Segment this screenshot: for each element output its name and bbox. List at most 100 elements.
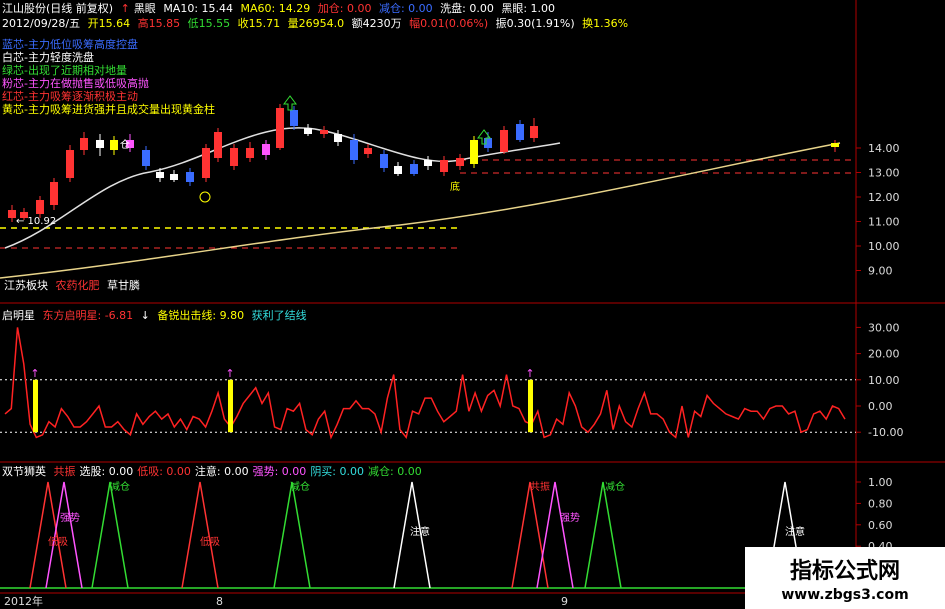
candle-body[interactable] <box>246 148 254 158</box>
candle-body[interactable] <box>456 158 464 166</box>
y-tick-label: 9.00 <box>868 265 893 278</box>
candle-body[interactable] <box>170 174 178 180</box>
buy-mark-icon <box>199 191 211 203</box>
header-row-1: 江山股份(日线 前复权) ↑ 黑眼 MA10: 15.44 MA60: 14.29… <box>2 2 559 15</box>
panel3-item: 选股: 0.00 <box>79 465 134 478</box>
x-axis-label: 8 <box>216 595 223 608</box>
signal-bar <box>228 379 233 433</box>
panel3-title[interactable]: 双节狮英 <box>2 465 46 478</box>
y-tick-label: 0.80 <box>868 497 893 510</box>
candle-body[interactable] <box>424 160 432 166</box>
x-axis-label: 9 <box>561 595 568 608</box>
panel3-item: 减仓: 0.00 <box>368 465 422 478</box>
candle-body[interactable] <box>96 140 104 148</box>
candle-body[interactable] <box>214 132 222 158</box>
panel2-item2: 备锐出击线: 9.80 <box>157 309 245 322</box>
wash-value: 洗盘: 0.00 <box>440 2 494 15</box>
signal-peak <box>584 481 622 589</box>
panel3-item: 注意: 0.00 <box>194 465 249 478</box>
y-tick-label: 13.00 <box>868 167 900 180</box>
candle-body[interactable] <box>334 134 342 142</box>
change-value: 幅0.01(0.06%) <box>409 17 489 30</box>
signal-peak <box>181 481 219 589</box>
signal-peak <box>273 481 311 589</box>
candle-body[interactable] <box>230 148 238 166</box>
candle-body[interactable] <box>290 110 298 126</box>
indicator-arrow-icon: ↑ <box>120 2 130 15</box>
candle-body[interactable] <box>350 140 358 160</box>
candle-body[interactable] <box>36 200 44 214</box>
stock-title[interactable]: 江山股份(日线 前复权) <box>2 2 113 15</box>
candle-body[interactable] <box>186 172 194 182</box>
y-tick-label: 30.00 <box>868 321 900 334</box>
sector-tag[interactable]: 江苏板块 <box>4 279 48 292</box>
candle-body[interactable] <box>470 140 478 164</box>
peak-label: 注意 <box>410 525 430 538</box>
candle-body[interactable] <box>831 143 839 147</box>
legend-line: 蓝芯-主力低位吸筹高度控盘 <box>2 38 138 51</box>
panel3-item: 阴买: 0.00 <box>310 465 365 478</box>
panel2-item3: 获利了结线 <box>251 309 307 322</box>
candle-body[interactable] <box>80 138 88 150</box>
candle-body[interactable] <box>380 154 388 168</box>
candle-body[interactable] <box>304 128 312 134</box>
y-tick-label: 14.00 <box>868 142 900 155</box>
candle-body[interactable] <box>8 210 16 218</box>
close-value: 收15.71 <box>237 17 281 30</box>
panel3-item: 强势: 0.00 <box>252 465 307 478</box>
candle-body[interactable] <box>516 124 524 140</box>
candle-body[interactable] <box>262 144 270 155</box>
candle-body[interactable] <box>484 138 492 148</box>
legend-line: 绿芯-出现了近期相对地量 <box>2 64 127 77</box>
watermark-url: www.zbgs3.com <box>781 587 909 603</box>
peak-label: 低吸 <box>48 535 68 548</box>
legend-line: 红芯-主力吸筹逐渐积极主动 <box>2 90 138 103</box>
ma60-value: MA60: 14.29 <box>240 2 311 15</box>
candle-body[interactable] <box>142 150 150 166</box>
panel2-title[interactable]: 启明星 <box>2 309 35 322</box>
signal-arrow-icon: ↑ <box>225 367 234 380</box>
y-tick-label: 12.00 <box>868 191 900 204</box>
peak-label: 低吸 <box>200 535 220 548</box>
cang-mark: 仓 <box>120 138 130 151</box>
candle-body[interactable] <box>500 130 508 152</box>
candle-body[interactable] <box>364 148 372 154</box>
peak-label: 强势 <box>60 511 80 524</box>
add-position-value: 加仓: 0.00 <box>317 2 372 15</box>
candle-body[interactable] <box>156 172 164 178</box>
candle-body[interactable] <box>276 108 284 148</box>
candle-body[interactable] <box>410 164 418 174</box>
candle-body[interactable] <box>50 182 58 205</box>
y-tick-label: 0.60 <box>868 519 893 532</box>
legend-list: 蓝芯-主力低位吸筹高度控盘 白芯-主力轻度洗盘 绿芯-出现了近期相对地量 粉芯-主力在… <box>2 38 215 116</box>
y-tick-label: 10.00 <box>868 240 900 253</box>
indicator-name: 黑眼 <box>133 2 156 15</box>
candle-body[interactable] <box>66 150 74 178</box>
signal-arrow-icon: ↑ <box>30 367 39 380</box>
y-tick-label: 10.00 <box>868 374 900 387</box>
signal-bar <box>528 379 533 433</box>
candle-body[interactable] <box>320 130 328 134</box>
signal-peak <box>536 481 574 589</box>
watermark: 指标公式网 www.zbgs3.com <box>745 547 945 609</box>
candle-body[interactable] <box>394 166 402 174</box>
sector-tag[interactable]: 草甘膦 <box>107 279 140 292</box>
candle-body[interactable] <box>110 140 118 150</box>
candle-body[interactable] <box>202 148 210 178</box>
candle-body[interactable] <box>440 160 448 172</box>
peak-label: 注意 <box>785 525 805 538</box>
amount-value: 额4230万 <box>351 17 402 30</box>
panel2-header: 启明星 东方启明星: -6.81 ↓ 备锐出击线: 9.80 获利了结线 <box>2 309 311 322</box>
candle-body[interactable] <box>530 126 538 138</box>
y-tick-label: 1.00 <box>868 476 893 489</box>
open-value: 开15.64 <box>87 17 131 30</box>
peak-label: 减仓 <box>110 480 130 493</box>
header-row-2: 2012/09/28/五 开15.64 高15.85 低15.55 收15.71… <box>2 17 632 30</box>
legend-line: 白芯-主力轻度洗盘 <box>2 51 94 64</box>
sector-tag[interactable]: 农药化肥 <box>56 279 100 292</box>
legend-line: 黄芯-主力吸筹进货强并且成交量出现黄金柱 <box>2 103 215 116</box>
y-tick-label: 0.00 <box>868 400 893 413</box>
y-tick-label: 20.00 <box>868 348 900 361</box>
y-tick-label: 11.00 <box>868 216 900 229</box>
panel3-item: 共振 <box>53 465 76 478</box>
